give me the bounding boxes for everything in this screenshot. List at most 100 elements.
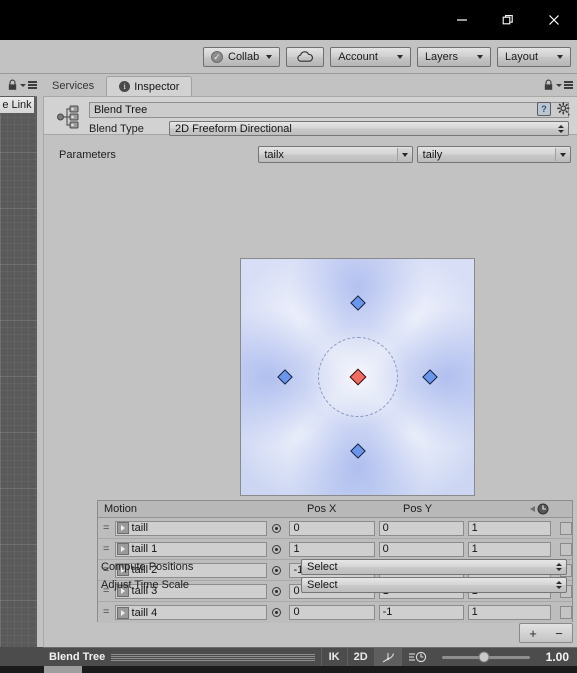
compute-positions-dropdown[interactable]: Select: [301, 559, 567, 575]
toolbar-right-group: ✓ Collab Account Layers Layout: [203, 47, 571, 67]
speed-field[interactable]: 1: [467, 605, 551, 620]
chevron-down-icon: [476, 55, 483, 59]
cloud-button[interactable]: [286, 47, 325, 67]
row-drag-handle[interactable]: =: [98, 522, 115, 534]
add-motion-button[interactable]: +: [529, 626, 537, 641]
account-label: Account: [338, 51, 378, 63]
chevron-down-icon[interactable]: [20, 83, 26, 87]
header-pos-x: Pos X: [307, 503, 337, 515]
motion-table-header: Motion Pos X Pos Y: [98, 501, 572, 518]
slider-knob[interactable]: [478, 651, 490, 663]
row-drag-handle[interactable]: =: [98, 543, 115, 555]
chevron-down-icon[interactable]: [556, 83, 562, 87]
playback-speed-icon[interactable]: [400, 647, 434, 667]
pos-x-field[interactable]: 1: [289, 541, 375, 557]
pos-x-field[interactable]: 0: [289, 605, 375, 620]
collab-button[interactable]: ✓ Collab: [203, 47, 281, 67]
animator-bar-left-pad: [0, 647, 43, 666]
layers-label: Layers: [424, 51, 458, 63]
motion-field[interactable]: taill: [114, 520, 268, 536]
hamburger-menu-icon[interactable]: [564, 81, 573, 89]
speed-icon: [530, 502, 552, 519]
remove-motion-button[interactable]: −: [555, 626, 563, 641]
object-picker-button[interactable]: [267, 544, 285, 554]
parameters-label: Parameters: [59, 148, 116, 161]
blend-type-value: 2D Freeform Directional: [175, 122, 292, 135]
object-picker-button[interactable]: [267, 608, 285, 617]
lock-icon[interactable]: [7, 79, 18, 91]
motion-name: taill 1: [131, 543, 158, 555]
bottom-edge-fill: [0, 666, 577, 673]
motion-name: taill 4: [131, 606, 158, 619]
collab-check-icon: ✓: [211, 51, 223, 63]
animation-clip-icon: [116, 543, 129, 555]
blend-graph-viewport[interactable]: [240, 258, 475, 496]
gear-icon[interactable]: [557, 102, 571, 116]
playback-speed-slider[interactable]: [434, 651, 538, 663]
speed-field[interactable]: 1: [467, 541, 551, 557]
collab-label: Collab: [228, 51, 260, 63]
scene-link-button[interactable]: e Link: [0, 96, 35, 114]
blend-tree-icon: [57, 105, 79, 129]
table-row[interactable]: = taill 4 0 -1 1: [98, 602, 572, 623]
chevron-down-icon: [266, 55, 273, 59]
unity-editor-window: ✓ Collab Account Layers Layout Services …: [0, 0, 577, 673]
blend-type-dropdown[interactable]: 2D Freeform Directional: [169, 121, 569, 136]
pos-y-field[interactable]: 0: [378, 541, 464, 557]
minimize-icon[interactable]: [439, 0, 485, 40]
updown-arrows-icon: [556, 581, 562, 589]
tab-services-label: Services: [52, 80, 95, 92]
motion-field[interactable]: taill 1: [114, 541, 268, 557]
parameter-x-dropdown[interactable]: tailx: [258, 146, 413, 163]
playback-speed-value: 1.00: [545, 650, 569, 664]
hamburger-menu-icon[interactable]: [28, 81, 37, 89]
two-d-toggle-button[interactable]: 2D: [346, 647, 374, 667]
layers-button[interactable]: Layers: [416, 47, 491, 67]
parameter-y-dropdown[interactable]: taily: [416, 146, 571, 163]
tab-services[interactable]: Services: [40, 76, 106, 96]
chevron-down-icon: [396, 55, 403, 59]
header-motion: Motion: [104, 503, 138, 515]
pos-y-field[interactable]: 0: [378, 520, 464, 536]
animator-status-bar: Blend Tree IK 2D 1.00: [43, 647, 577, 667]
adjust-time-scale-dropdown[interactable]: Select: [301, 577, 567, 593]
table-row[interactable]: = taill 1 101: [98, 539, 572, 560]
chevron-down-icon: [554, 148, 569, 161]
tab-inspector[interactable]: i Inspector: [106, 76, 193, 96]
inspector-panel: Blend Tree ? Blend Type 2D Freeform Dire…: [43, 96, 577, 647]
asset-name-row: Blend Tree: [89, 102, 569, 118]
updown-arrows-icon: [558, 124, 564, 133]
window-controls: [439, 0, 577, 40]
slider-track[interactable]: [441, 651, 530, 663]
mirror-checkbox[interactable]: [559, 542, 572, 556]
mirror-checkbox[interactable]: [559, 606, 572, 619]
mirror-checkbox[interactable]: [559, 521, 572, 535]
animator-rail-decoration: [111, 653, 315, 661]
motion-field[interactable]: taill 4: [114, 605, 268, 620]
unity-toolbar: ✓ Collab Account Layers Layout: [0, 40, 577, 74]
pos-y-field[interactable]: -1: [378, 605, 464, 620]
parameter-y-value: taily: [422, 148, 443, 161]
adjust-time-scale-value: Select: [307, 579, 338, 591]
cloud-icon: [297, 51, 314, 62]
scene-view-sliver: [0, 96, 37, 647]
close-icon[interactable]: [531, 0, 577, 40]
animator-title: Blend Tree: [49, 651, 106, 663]
object-picker-button[interactable]: [267, 523, 285, 533]
ik-toggle-button[interactable]: IK: [320, 647, 347, 667]
asset-name-field[interactable]: Blend Tree: [89, 102, 569, 118]
lock-icon[interactable]: [543, 79, 554, 91]
restore-icon[interactable]: [485, 0, 531, 40]
panel-tab-strip: Services i Inspector: [0, 74, 577, 96]
pos-x-field[interactable]: 0: [289, 520, 375, 536]
pivot-axis-icon[interactable]: [373, 647, 401, 667]
layout-button[interactable]: Layout: [496, 47, 571, 67]
help-icon[interactable]: ?: [537, 102, 551, 116]
row-drag-handle[interactable]: =: [98, 607, 115, 618]
speed-field[interactable]: 1: [467, 520, 551, 536]
table-row[interactable]: = taill 0 0 1: [98, 518, 572, 539]
account-button[interactable]: Account: [330, 47, 411, 67]
blend-type-row: Blend Type 2D Freeform Directional: [89, 121, 569, 136]
chevron-down-icon: [396, 148, 411, 161]
inspector-header-icons: ?: [537, 102, 571, 116]
